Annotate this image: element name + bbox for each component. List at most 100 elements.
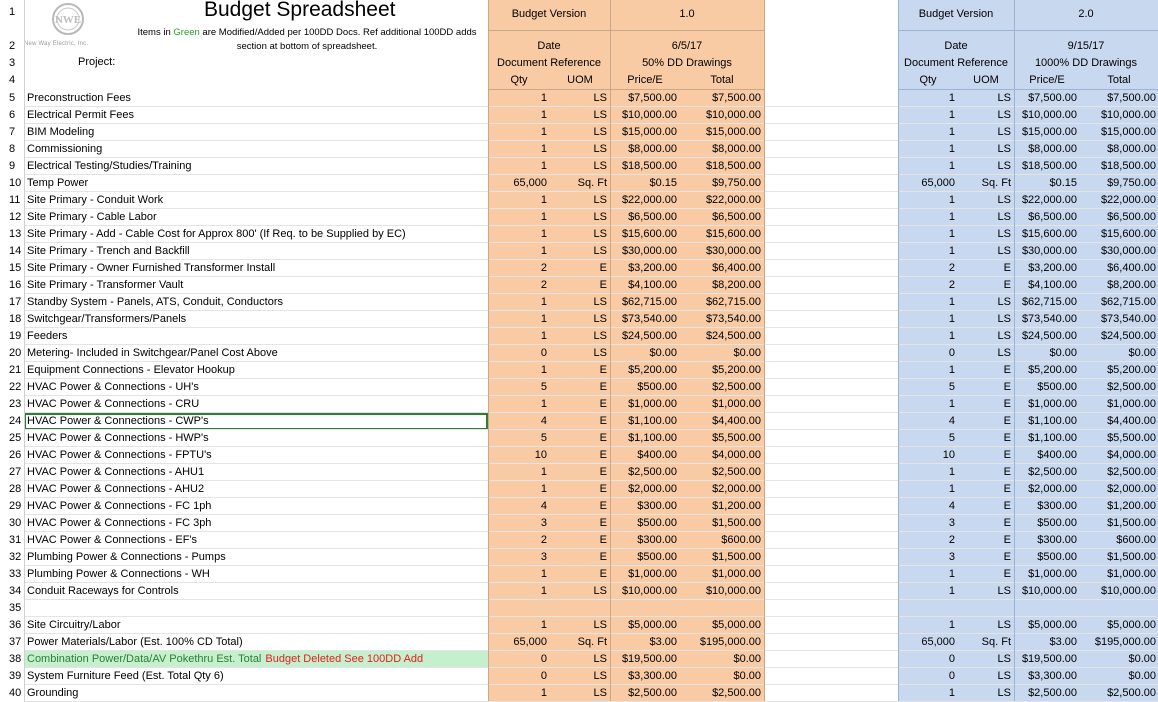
- row-description[interactable]: Combination Power/Data/AV Pokethru Est. …: [24, 651, 488, 668]
- uom-a-cell[interactable]: LS: [550, 124, 610, 141]
- uom-b-cell[interactable]: LS: [958, 226, 1014, 243]
- total-b-cell[interactable]: [1080, 600, 1158, 617]
- total-a-cell[interactable]: $5,000.00: [680, 617, 764, 634]
- uom-a-cell[interactable]: LS: [550, 328, 610, 345]
- row-description[interactable]: Plumbing Power & Connections - WH: [24, 566, 488, 583]
- total-b-cell[interactable]: $24,500.00: [1080, 328, 1158, 345]
- price-b-cell[interactable]: $500.00: [1014, 549, 1080, 566]
- row-description[interactable]: HVAC Power & Connections - AHU1: [24, 464, 488, 481]
- uom-b-cell[interactable]: E: [958, 396, 1014, 413]
- price-a-cell[interactable]: $400.00: [610, 447, 680, 464]
- price-b-cell[interactable]: $15,600.00: [1014, 226, 1080, 243]
- row-description[interactable]: HVAC Power & Connections - FC 3ph: [24, 515, 488, 532]
- price-a-cell[interactable]: $300.00: [610, 532, 680, 549]
- qty-b-cell[interactable]: 1: [898, 481, 958, 498]
- uom-a-cell[interactable]: LS: [550, 311, 610, 328]
- price-a-cell[interactable]: $3,200.00: [610, 260, 680, 277]
- row-description[interactable]: HVAC Power & Connections - FPTU's: [24, 447, 488, 464]
- uom-b-cell[interactable]: LS: [958, 328, 1014, 345]
- uom-b-cell[interactable]: LS: [958, 158, 1014, 175]
- uom-a-cell[interactable]: E: [550, 532, 610, 549]
- price-a-cell[interactable]: $30,000.00: [610, 243, 680, 260]
- row-description[interactable]: Preconstruction Fees: [24, 90, 488, 107]
- row-description[interactable]: Site Primary - Cable Labor: [24, 209, 488, 226]
- row-description[interactable]: Switchgear/Transformers/Panels: [24, 311, 488, 328]
- uom-a-cell[interactable]: LS: [550, 243, 610, 260]
- price-a-cell[interactable]: $2,000.00: [610, 481, 680, 498]
- qty-b-cell[interactable]: 1: [898, 464, 958, 481]
- uom-b-cell[interactable]: LS: [958, 294, 1014, 311]
- total-b-cell[interactable]: $0.00: [1080, 651, 1158, 668]
- uom-a-cell[interactable]: [550, 600, 610, 617]
- total-b-cell[interactable]: $4,400.00: [1080, 413, 1158, 430]
- qty-a-cell[interactable]: 1: [488, 107, 550, 124]
- uom-b-cell[interactable]: E: [958, 413, 1014, 430]
- total-b-cell[interactable]: $8,000.00: [1080, 141, 1158, 158]
- total-a-cell[interactable]: $9,750.00: [680, 175, 764, 192]
- row-description[interactable]: Electrical Testing/Studies/Training: [24, 158, 488, 175]
- total-b-cell[interactable]: $18,500.00: [1080, 158, 1158, 175]
- uom-b-cell[interactable]: LS: [958, 243, 1014, 260]
- total-b-cell[interactable]: $5,500.00: [1080, 430, 1158, 447]
- row-description[interactable]: Standby System - Panels, ATS, Conduit, C…: [24, 294, 488, 311]
- row-description[interactable]: [24, 600, 488, 617]
- total-a-cell[interactable]: $6,500.00: [680, 209, 764, 226]
- qty-a-cell[interactable]: 1: [488, 90, 550, 107]
- total-b-cell[interactable]: $10,000.00: [1080, 583, 1158, 600]
- qty-a-cell[interactable]: 65,000: [488, 175, 550, 192]
- row-description[interactable]: HVAC Power & Connections - HWP's: [24, 430, 488, 447]
- row-description[interactable]: Feeders: [24, 328, 488, 345]
- total-b-cell[interactable]: $5,200.00: [1080, 362, 1158, 379]
- uom-a-cell[interactable]: LS: [550, 583, 610, 600]
- qty-a-cell[interactable]: 0: [488, 345, 550, 362]
- total-a-cell[interactable]: $2,500.00: [680, 685, 764, 702]
- row-description[interactable]: Site Primary - Owner Furnished Transform…: [24, 260, 488, 277]
- row-description[interactable]: HVAC Power & Connections - EF's: [24, 532, 488, 549]
- price-a-cell[interactable]: $500.00: [610, 549, 680, 566]
- uom-a-cell[interactable]: LS: [550, 107, 610, 124]
- total-b-cell[interactable]: $9,750.00: [1080, 175, 1158, 192]
- uom-b-cell[interactable]: E: [958, 515, 1014, 532]
- qty-b-cell[interactable]: 1: [898, 226, 958, 243]
- total-a-cell[interactable]: $1,000.00: [680, 566, 764, 583]
- price-a-cell[interactable]: $3.00: [610, 634, 680, 651]
- qty-a-cell[interactable]: 1: [488, 481, 550, 498]
- row-description[interactable]: Electrical Permit Fees: [24, 107, 488, 124]
- qty-b-cell[interactable]: 1: [898, 566, 958, 583]
- price-a-cell[interactable]: $500.00: [610, 379, 680, 396]
- qty-b-cell[interactable]: 1: [898, 685, 958, 702]
- qty-b-cell[interactable]: 2: [898, 260, 958, 277]
- qty-b-cell[interactable]: 1: [898, 243, 958, 260]
- qty-a-cell[interactable]: 1: [488, 209, 550, 226]
- uom-b-cell[interactable]: LS: [958, 90, 1014, 107]
- uom-a-cell[interactable]: LS: [550, 209, 610, 226]
- qty-a-cell[interactable]: [488, 600, 550, 617]
- qty-b-cell[interactable]: 1: [898, 362, 958, 379]
- price-b-cell[interactable]: $6,500.00: [1014, 209, 1080, 226]
- total-b-cell[interactable]: $1,200.00: [1080, 498, 1158, 515]
- price-a-cell[interactable]: $2,500.00: [610, 685, 680, 702]
- qty-b-cell[interactable]: 4: [898, 413, 958, 430]
- uom-b-cell[interactable]: E: [958, 277, 1014, 294]
- price-a-cell[interactable]: [610, 600, 680, 617]
- price-b-cell[interactable]: $300.00: [1014, 532, 1080, 549]
- price-b-cell[interactable]: $3,200.00: [1014, 260, 1080, 277]
- date-a-value[interactable]: 6/5/17: [610, 38, 764, 55]
- price-b-cell[interactable]: $500.00: [1014, 379, 1080, 396]
- price-b-cell[interactable]: $22,000.00: [1014, 192, 1080, 209]
- qty-b-cell[interactable]: 1: [898, 158, 958, 175]
- qty-b-cell[interactable]: 0: [898, 651, 958, 668]
- total-a-cell[interactable]: $8,200.00: [680, 277, 764, 294]
- total-b-cell[interactable]: $1,000.00: [1080, 566, 1158, 583]
- qty-a-cell[interactable]: 4: [488, 413, 550, 430]
- qty-b-cell[interactable]: 5: [898, 379, 958, 396]
- total-b-cell[interactable]: $22,000.00: [1080, 192, 1158, 209]
- total-a-cell[interactable]: $10,000.00: [680, 107, 764, 124]
- uom-b-cell[interactable]: Sq. Ft: [958, 634, 1014, 651]
- price-a-cell[interactable]: $15,000.00: [610, 124, 680, 141]
- row-description[interactable]: HVAC Power & Connections - FC 1ph: [24, 498, 488, 515]
- uom-b-cell[interactable]: LS: [958, 124, 1014, 141]
- price-a-cell[interactable]: $62,715.00: [610, 294, 680, 311]
- qty-a-cell[interactable]: 1: [488, 328, 550, 345]
- row-description[interactable]: Site Circuitry/Labor: [24, 617, 488, 634]
